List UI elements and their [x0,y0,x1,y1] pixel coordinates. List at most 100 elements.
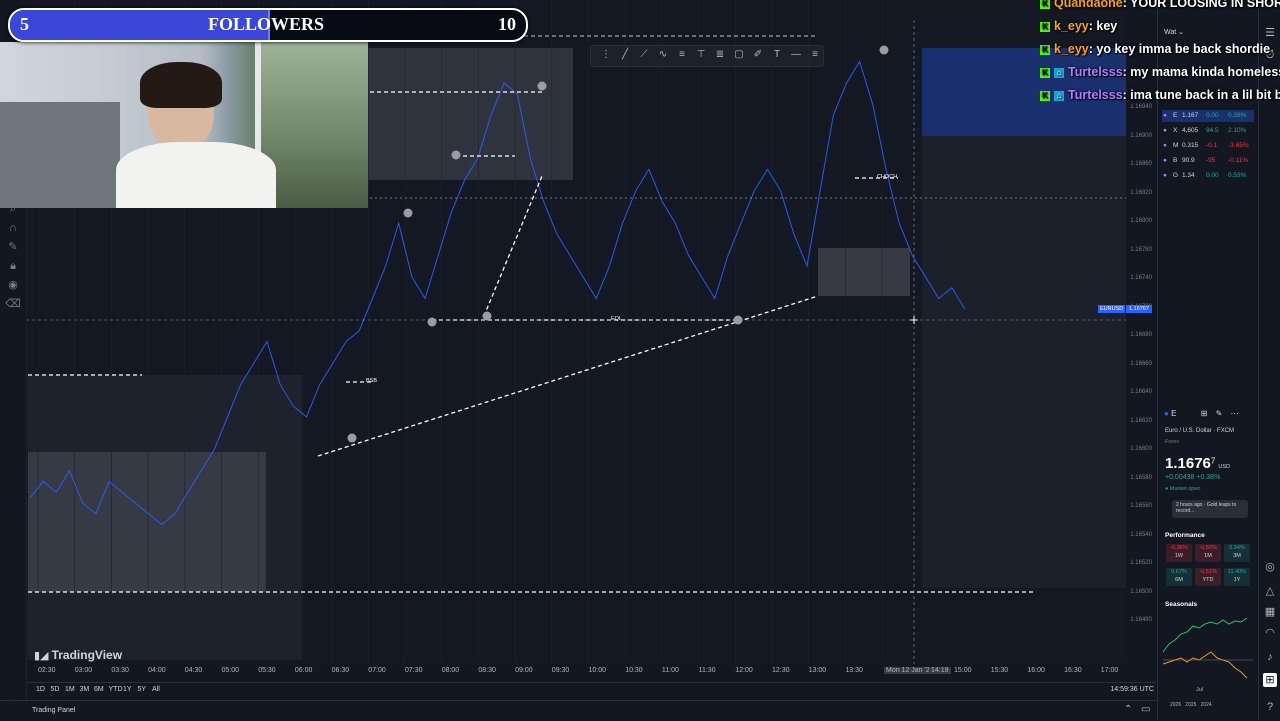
status-bar: Trading Panel ⌃ ▭ [0,700,1280,721]
timeframe-button[interactable]: All [152,686,160,693]
price-tick-label: 1.16900 [1130,132,1152,139]
seasonals-title: Seasonals [1165,601,1198,608]
trash-icon[interactable]: ⌫ [0,295,26,314]
time-tick-label: 09:30 [551,667,570,674]
watchlist-row[interactable]: ● X 4,605 94.5 2.10% [1162,125,1254,137]
more-icon[interactable]: ⋯ [1231,409,1239,418]
target-icon[interactable]: ◎ [1263,560,1277,574]
time-tick-label: 11:30 [698,667,716,674]
pen-icon[interactable]: ✎ [0,238,26,257]
help-icon[interactable]: ? [1263,700,1277,714]
details-header: ● E ⊞ ✎ ⋯ [1164,409,1239,418]
price-tick-label: 1.16580 [1130,474,1152,481]
timeframe-button[interactable]: 3M [80,686,90,693]
choch-label: CHOCH [877,174,898,180]
symbol-icon: ● [1163,157,1167,164]
chat-text: : ima tune back in a lil bit bro [1122,88,1280,102]
maximize-icon[interactable]: ▭ [1141,704,1150,715]
collapse-icon[interactable]: ⌃ [1124,704,1132,715]
magnet2-icon[interactable]: ∩ [0,219,26,238]
time-tick-label: 06:30 [331,667,350,674]
watchlist-row[interactable]: ● E 1.167 0.00 0.38% [1162,110,1254,122]
subscriber-badge-icon: ⌂ [1054,67,1064,78]
bsb-label: BSB [366,378,378,384]
followers-current: 5 [20,14,29,34]
symbol-name: Euro / U.S. Dollar · FXCM [1165,428,1235,434]
webcam-overlay [0,42,368,208]
price-tick-label: 1.16940 [1130,104,1152,110]
trend-line-icon[interactable]: ╱ [618,48,632,62]
performance-cell: 0.94% 3M [1224,544,1250,562]
timeframe-button[interactable]: 6M [94,686,104,693]
timeframe-button[interactable]: 1M [65,686,75,693]
lock-icon[interactable]: 🔒︎ [0,257,26,276]
timeframe-button[interactable]: 5D [51,686,60,693]
chat-text: : YOUR LOOSING IN SHORT [1122,0,1280,10]
edit-icon[interactable]: ✎ [1216,409,1223,418]
current-price-tag: 1.16767 [1126,305,1152,313]
signal-icon[interactable]: ◠ [1263,626,1277,640]
chat-username: Turtelsss [1068,65,1123,79]
webcam-person-hair [140,62,222,108]
brush-icon[interactable]: ∿ [656,48,670,62]
followers-goal: 10 [498,14,516,34]
notifications-icon[interactable]: ♪ [1263,650,1277,664]
performance-value: 0.94% [1229,545,1245,551]
time-tick-label: 10:00 [588,667,607,674]
text-icon[interactable]: ⊤ [694,48,708,62]
grid-icon[interactable]: ⊞ [1201,409,1208,418]
wl-last: 1.34 [1182,172,1195,179]
calendar-icon[interactable]: ▦ [1263,605,1277,619]
trading-panel-tab[interactable]: Trading Panel [32,707,75,714]
watchlist-row[interactable]: ● B 90.9 -95 -0.11% [1162,155,1254,167]
performance-cell: 11.40% 1Y [1224,568,1250,586]
ideas-icon[interactable]: △ [1263,584,1277,598]
chat-message: K ⌂ Turtelsss: my mama kinda homeless [1040,65,1280,79]
kick-badge-icon: K [1040,44,1050,55]
price-tick-label: 1.16500 [1130,588,1152,595]
fib-icon[interactable]: ≡ [675,48,689,62]
wl-last: 4,605 [1182,127,1199,134]
eye-icon[interactable]: ◉ [0,276,26,295]
performance-period: 3M [1233,553,1241,559]
wl-symbol: E [1173,112,1178,119]
kick-badge-icon: K [1040,0,1050,9]
pen-icon[interactable]: ✐ [751,48,765,62]
lines-icon[interactable]: ≣ [713,48,727,62]
chevron-down-icon[interactable]: ⌄ [1178,29,1184,36]
performance-period: 6M [1175,577,1183,583]
timeframe-button[interactable]: 1D [36,686,45,693]
webcam-person-body [116,142,276,208]
wl-symbol: X [1173,127,1178,134]
watchlist-icon[interactable]: ☰ [1263,26,1277,40]
kick-badge-icon: K [1040,67,1050,78]
more-icon[interactable]: ≡ [808,48,822,62]
news-card[interactable]: 2 hours ago · Gold leaps to record... [1172,500,1248,518]
path-icon[interactable]: ⟋ [637,48,651,62]
price-tick-label: 1.16540 [1130,531,1152,538]
watchlist-row[interactable]: ● G 1.34 0.00 0.53% [1162,170,1254,182]
crosshair-icon[interactable]: ⋮ [599,48,613,62]
price-tick-label: 1.16660 [1130,360,1152,367]
time-tick-label: 09:00 [515,667,533,674]
wl-last: 90.9 [1182,157,1195,164]
timeframe-button[interactable]: YTD [109,686,123,693]
symbol-icon: ● [1163,127,1167,134]
time-tick-label: 06:00 [294,667,313,674]
webcam-shelf [0,102,120,208]
timeframe-button[interactable]: 1Y [123,686,132,693]
time-tick-label: 02:30 [38,667,56,674]
chat-message: K Quandaone: YOUR LOOSING IN SHORT [1040,0,1280,10]
time-tick-label: 10:30 [625,667,643,674]
wl-percent: 0.38% [1228,112,1247,119]
apps-icon[interactable]: ⊞ [1263,673,1277,687]
watchlist-row[interactable]: ● M 0.315 -0.1 -3.65% [1162,140,1254,152]
minus-icon[interactable]: — [789,48,803,62]
time-axis[interactable]: 02:30 03:00 03:30 04:00 04:30 05:00 05:30 06:00… [26,664,1156,680]
performance-title: Performance [1165,532,1205,539]
time-tick-label: 12:30 [772,667,790,674]
rect-icon[interactable]: ▢ [732,48,746,62]
T-icon[interactable]: T [770,48,784,62]
price-tick-label: 1.16820 [1130,189,1152,196]
timeframe-button[interactable]: 5Y [138,686,147,693]
